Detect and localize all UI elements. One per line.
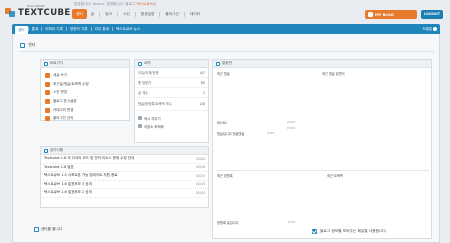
notice-panel: 공지사항 Textcube 1.6 의 다국어 코드 및 언어 리소스 문제 수… — [40, 146, 209, 208]
page-title: 센터 — [20, 42, 35, 48]
storage-icon — [138, 124, 142, 128]
notice-item[interactable]: 텍스트큐브 1.5 서포트폰 기능 업데이트 지원 종료 02/20 — [41, 172, 208, 181]
logout-button[interactable]: LOGOUT — [421, 10, 443, 19]
nav-plugins[interactable]: 플러그인 — [161, 9, 183, 19]
quick-links-panel: 바로가기 새글 쓰기 최근글/댓글/트랙백 수정 스킨 변경 블로그 표시설정 … — [40, 59, 130, 123]
panel-icon — [44, 61, 48, 66]
quick-link-edit-recent[interactable]: 최근글/댓글/트랙백 수정 — [45, 80, 125, 89]
clear-cache-link[interactable]: 캐시 지우기 — [138, 114, 205, 122]
quick-link-category[interactable]: 카테고리 변경 — [45, 106, 125, 115]
nav-center[interactable]: 센터 — [72, 9, 87, 19]
nav-settings[interactable]: 환경설정 — [137, 9, 159, 19]
quick-link-plugins[interactable]: 플러그인 관리 — [45, 114, 125, 123]
top-header: TEXTCUBE BLOG ENGINE 환영합니다. textcu. 환영합니… — [0, 0, 450, 26]
logo[interactable]: TEXTCUBE BLOG ENGINE — [5, 5, 71, 18]
tab-stats[interactable]: 통계 — [29, 24, 42, 34]
nav-skin[interactable]: 스킨 — [119, 9, 134, 19]
settings-icon — [34, 227, 39, 232]
help-icon — [433, 27, 437, 31]
stat-visitors-total: 총 방문자 85 — [135, 78, 208, 88]
summary-panel: 요약 오늘/어제/전체 4/7 총 방문자 85 글 개수 2 댓글/방명록/트랙백 … — [134, 59, 209, 143]
plugin-icon — [45, 116, 50, 122]
tab-reader-stats[interactable]: 리더 통계 — [92, 24, 112, 34]
my-blog-button[interactable]: MY BLOG — [365, 10, 417, 19]
stat-visitors-today: 오늘/어제/전체 4/7 — [135, 68, 208, 78]
guestbook-item[interactable]: 방명록 글입니다 — [217, 220, 239, 225]
welcome-username[interactable]: 텍스트큐브 — [136, 2, 153, 6]
display-icon — [45, 98, 50, 104]
main-nav: 센터 글 링크 스킨 환경설정 플러그인 데이터 — [72, 9, 204, 19]
recent-trackback-label: 최근 트랙백 — [327, 174, 343, 178]
notice-item[interactable]: 텍스트큐브 1.6 발표후보 3 공개 02/10 — [41, 181, 208, 189]
notice-item[interactable]: 텍스트큐브 1.6 발표후보 2 공개 02/04 — [41, 189, 208, 198]
panel-icon — [44, 148, 48, 153]
optimize-storage-link[interactable]: 저장소 최적화 — [138, 122, 205, 130]
quick-link-new-post[interactable]: 새글 쓰기 — [45, 71, 125, 80]
textcube-logo-icon — [5, 8, 16, 18]
nav-post[interactable]: 글 — [87, 9, 98, 19]
main-content: 센터 바로가기 새글 쓰기 최근글/댓글/트랙백 수정 스킨 변경 블로그 표시… — [12, 34, 440, 243]
recent-guestbook-label: 최근 방명록 — [217, 174, 233, 178]
show-blog-info-option[interactable]: 블로그 정보를 보여주는 패널을 사용합니다. — [312, 229, 387, 234]
footer: 센터를 펼니다 블로그 정보를 보여주는 패널을 사용합니다. — [12, 226, 440, 243]
nav-link[interactable]: 링크 — [101, 9, 116, 19]
tab-center[interactable]: 센터 — [15, 26, 28, 34]
activity-panel: 알림판 최근 댓글 최근 댓글 답변이 테스트! 03/23 03/22 댓글입… — [212, 59, 432, 239]
notice-item[interactable]: Textcube 1.6 의 다국어 코드 및 언어 리소스 문제 수정 안내 0… — [41, 155, 208, 164]
category-icon — [45, 107, 50, 113]
quick-link-skin[interactable]: 스킨 변경 — [45, 88, 125, 97]
tab-news[interactable]: 텍스트큐브 뉴스 — [113, 24, 143, 34]
help-link[interactable]: 도움말 — [423, 24, 437, 34]
tab-visitors[interactable]: 방문자 기록 — [67, 24, 91, 34]
quick-link-blog-display[interactable]: 블로그 표시설정 — [45, 97, 125, 106]
edit-icon — [45, 81, 50, 87]
center-settings-link[interactable]: 센터를 펼니다 — [34, 227, 62, 232]
logo-text: TEXTCUBE — [18, 8, 71, 18]
nav-data[interactable]: 데이터 — [186, 9, 204, 19]
cache-icon — [138, 116, 142, 120]
checkbox-checked-icon[interactable] — [312, 229, 317, 234]
sub-nav: 센터 통계 리퍼러 기록 방문자 기록 리더 통계 텍스트큐브 뉴스 도움말 — [12, 24, 440, 34]
write-icon — [45, 72, 50, 78]
logo-subtitle: BLOG ENGINE — [27, 5, 45, 8]
skin-icon — [45, 90, 50, 96]
stat-posts: 글 개수 2 — [135, 88, 208, 98]
home-icon — [368, 12, 373, 17]
center-icon — [20, 42, 25, 48]
stat-comments: 댓글/방명록/트랙백 개수 2/0 — [135, 98, 208, 111]
welcome-message: 환영합니다. textcu. 환영합니다. 블로그 텍스트큐브님 — [74, 2, 157, 6]
notice-item[interactable]: Textcube 1.6 발표 02/28 — [41, 164, 208, 172]
recent-replies-label: 최근 댓글 답변이 — [322, 72, 345, 76]
recent-comments-label: 최근 댓글 — [217, 72, 230, 76]
panel-icon — [138, 61, 142, 66]
tab-referer[interactable]: 리퍼러 기록 — [42, 24, 66, 34]
recent-comment-item[interactable]: 테스트! — [217, 120, 317, 125]
panel-icon — [216, 61, 220, 66]
